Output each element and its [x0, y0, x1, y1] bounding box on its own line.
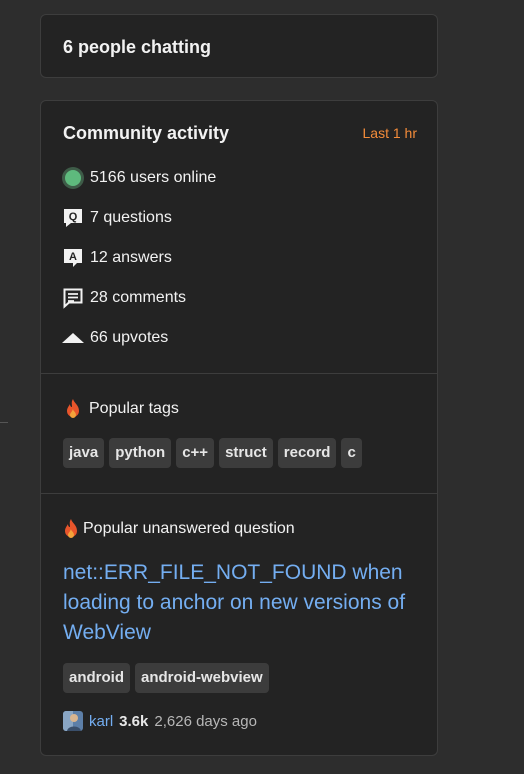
- stat-comments: 28 comments: [61, 286, 186, 310]
- question-owner: karl 3.6k 2,626 days ago: [63, 711, 257, 731]
- activity-title: Community activity: [63, 123, 230, 143]
- stat-answers: A 12 answers: [61, 246, 172, 270]
- tag-java[interactable]: java: [63, 438, 105, 468]
- stat-label: 12 answers: [90, 249, 172, 266]
- tag-struct[interactable]: struct: [219, 438, 273, 468]
- chat-title[interactable]: 6 people chatting: [63, 37, 211, 58]
- user-reputation: 3.6k: [119, 712, 149, 730]
- stat-label: 7 questions: [90, 209, 172, 226]
- stat-label: 28 comments: [90, 289, 187, 306]
- popular-tags-list: java python c++ struct record c: [63, 438, 362, 468]
- comment-icon: [61, 286, 85, 310]
- stat-upvotes: 66 upvotes: [61, 326, 168, 350]
- answer-icon: A: [61, 246, 85, 270]
- upvote-icon: [61, 326, 85, 350]
- popular-tags-heading: Popular tags: [63, 398, 179, 420]
- stat-users-online: 5166 users online: [61, 166, 216, 190]
- question-time: 2,626 days ago: [154, 712, 257, 730]
- activity-range: Last 1 hr: [362, 125, 417, 141]
- chat-card[interactable]: 6 people chatting: [40, 14, 438, 78]
- svg-text:A: A: [69, 251, 77, 263]
- tag-cpp[interactable]: c++: [176, 438, 215, 468]
- online-dot-icon: [61, 166, 85, 190]
- tag-record[interactable]: record: [277, 438, 337, 468]
- unanswered-heading: Popular unanswered question: [61, 518, 295, 540]
- user-name-link[interactable]: karl: [89, 713, 113, 730]
- question-tags-list: android android-webview: [63, 663, 269, 693]
- stat-questions: Q 7 questions: [61, 206, 172, 230]
- divider: [41, 373, 437, 374]
- stat-label: 66 upvotes: [90, 329, 169, 346]
- community-activity-card: Community activity Last 1 hr 5166 users …: [40, 100, 438, 756]
- stat-label: 5166 users online: [90, 169, 217, 186]
- tag-android-webview[interactable]: android-webview: [135, 663, 269, 693]
- unanswered-question-link[interactable]: net::ERR_FILE_NOT_FOUND when loading to …: [63, 558, 433, 648]
- popular-tags-label: Popular tags: [89, 400, 179, 417]
- svg-text:Q: Q: [69, 211, 78, 223]
- avatar[interactable]: [63, 711, 83, 731]
- unanswered-label: Popular unanswered question: [83, 520, 295, 537]
- question-icon: Q: [61, 206, 85, 230]
- tag-c[interactable]: c: [341, 438, 362, 468]
- flame-icon: [63, 398, 83, 420]
- page-edge-mark: [0, 422, 8, 423]
- tag-android[interactable]: android: [63, 663, 130, 693]
- divider: [41, 493, 437, 494]
- tag-python[interactable]: python: [109, 438, 172, 468]
- flame-icon: [61, 518, 81, 540]
